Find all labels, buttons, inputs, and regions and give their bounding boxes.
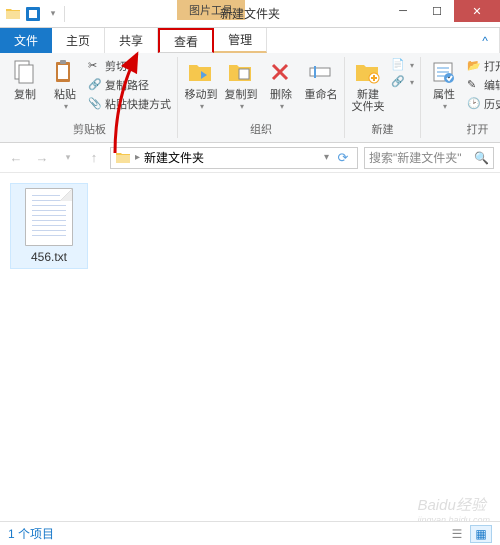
ribbon-group-clipboard: 复制 粘贴 ▾ ✂剪切 🔗复制路径 📎粘贴快捷方式 剪贴板: [2, 57, 178, 138]
group-label-open: 打开: [467, 120, 489, 138]
new-folder-label: 新建 文件夹: [352, 89, 385, 113]
quick-access-toolbar: ▾: [0, 0, 69, 27]
copy-to-label: 复制到: [225, 89, 258, 101]
folder-icon: [115, 150, 131, 166]
paste-shortcut-button[interactable]: 📎粘贴快捷方式: [86, 95, 173, 113]
delete-label: 删除: [270, 89, 292, 101]
file-name: 456.txt: [31, 250, 67, 264]
minimize-button[interactable]: ─: [386, 0, 420, 22]
path-icon: 🔗: [88, 78, 102, 92]
history-button[interactable]: 🕑历史记录: [465, 95, 500, 113]
easy-access-button[interactable]: 🔗▾: [389, 74, 416, 90]
status-bar: 1 个项目 ☰ ▦: [0, 521, 500, 545]
scissors-icon: ✂: [88, 59, 102, 73]
group-label-organize: 组织: [250, 120, 272, 138]
properties-label: 属性: [433, 89, 455, 101]
chevron-down-icon: ▾: [64, 103, 68, 112]
copy-button[interactable]: 复制: [6, 57, 44, 103]
search-input[interactable]: 搜索"新建文件夹" 🔍: [364, 147, 494, 169]
copy-to-icon: [227, 59, 255, 87]
new-folder-icon: [354, 59, 382, 87]
ribbon-group-organize: 移动到 ▾ 复制到 ▾ 删除 ▾ 重命名 组织: [178, 57, 345, 138]
tab-share[interactable]: 共享: [105, 28, 158, 53]
link-icon: 🔗: [391, 75, 405, 89]
paste-label: 粘贴: [54, 89, 76, 101]
nav-recent-button[interactable]: ▾: [58, 148, 78, 168]
nav-back-button[interactable]: ←: [6, 148, 26, 168]
open-icon: 📂: [467, 59, 481, 73]
chevron-down-icon: ▾: [280, 103, 284, 112]
tab-file[interactable]: 文件: [0, 28, 52, 53]
chevron-down-icon: ▾: [240, 103, 244, 112]
properties-icon: [430, 59, 458, 87]
tab-view[interactable]: 查看: [158, 28, 214, 53]
rename-label: 重命名: [305, 89, 338, 101]
edit-icon: ✎: [467, 78, 481, 92]
delete-button[interactable]: 删除 ▾: [262, 57, 300, 114]
item-count: 1 个项目: [8, 525, 54, 542]
group-label-clipboard: 剪贴板: [73, 120, 106, 138]
rename-icon: [307, 59, 335, 87]
address-row: ← → ▾ ↑ ▸ 新建文件夹 ▾ ⟳ 搜索"新建文件夹" 🔍: [0, 143, 500, 173]
nav-up-button[interactable]: ↑: [84, 148, 104, 168]
edit-button[interactable]: ✎编辑: [465, 76, 500, 94]
paste-icon: [51, 59, 79, 87]
history-icon: 🕑: [467, 97, 481, 111]
chevron-down-icon: ▾: [443, 103, 447, 112]
move-icon: [187, 59, 215, 87]
contextual-tab-label: 图片工具: [177, 0, 245, 20]
cut-button[interactable]: ✂剪切: [86, 57, 173, 75]
paste-button[interactable]: 粘贴 ▾: [46, 57, 84, 114]
move-to-button[interactable]: 移动到 ▾: [182, 57, 220, 114]
title-bar: ▾ 图片工具 新建文件夹 ─ ☐ ✕: [0, 0, 500, 28]
app-icon: [24, 5, 42, 23]
tab-home[interactable]: 主页: [52, 28, 105, 53]
tab-manage[interactable]: 管理: [214, 28, 267, 53]
text-file-icon: [25, 188, 73, 246]
file-list[interactable]: 456.txt: [0, 173, 500, 521]
refresh-button[interactable]: ⟳: [333, 148, 353, 168]
group-label-new: 新建: [372, 120, 394, 138]
properties-button[interactable]: 属性 ▾: [425, 57, 463, 114]
search-placeholder: 搜索"新建文件夹": [369, 149, 462, 166]
folder-icon: [4, 5, 22, 23]
view-toggles: ☰ ▦: [446, 525, 492, 543]
copy-path-button[interactable]: 🔗复制路径: [86, 76, 173, 94]
ribbon-group-open: 属性 ▾ 📂打开▾ ✎编辑 🕑历史记录 打开: [421, 57, 500, 138]
chevron-down-icon: ▾: [200, 103, 204, 112]
delete-icon: [267, 59, 295, 87]
breadcrumb-current[interactable]: 新建文件夹: [144, 149, 204, 166]
breadcrumb-sep: ▸: [135, 152, 140, 163]
rename-button[interactable]: 重命名: [302, 57, 340, 103]
ribbon: 复制 粘贴 ▾ ✂剪切 🔗复制路径 📎粘贴快捷方式 剪贴板 移动到 ▾ 复制到: [0, 53, 500, 143]
close-button[interactable]: ✕: [454, 0, 500, 22]
move-label: 移动到: [185, 89, 218, 101]
chevron-down-icon: ▾: [410, 61, 414, 70]
new-item-button[interactable]: 📄▾: [389, 57, 416, 73]
ribbon-tabs: 文件 主页 共享 查看 管理 ^: [0, 28, 500, 53]
divider: [64, 6, 65, 22]
ribbon-group-new: 新建 文件夹 📄▾ 🔗▾ 新建: [345, 57, 421, 138]
maximize-button[interactable]: ☐: [420, 0, 454, 22]
new-item-icon: 📄: [391, 58, 405, 72]
window-controls: ─ ☐ ✕: [386, 0, 500, 27]
dropdown-icon[interactable]: ▾: [324, 152, 329, 163]
dropdown-icon[interactable]: ▾: [44, 5, 62, 23]
chevron-down-icon: ▾: [410, 78, 414, 87]
open-button[interactable]: 📂打开▾: [465, 57, 500, 75]
copy-icon: [11, 59, 39, 87]
nav-forward-button[interactable]: →: [32, 148, 52, 168]
search-icon: 🔍: [474, 151, 489, 165]
icons-view-button[interactable]: ▦: [470, 525, 492, 543]
file-item[interactable]: 456.txt: [10, 183, 88, 269]
copy-label: 复制: [14, 89, 36, 101]
shortcut-icon: 📎: [88, 97, 102, 111]
ribbon-help-button[interactable]: ^: [471, 28, 500, 53]
copy-to-button[interactable]: 复制到 ▾: [222, 57, 260, 114]
new-folder-button[interactable]: 新建 文件夹: [349, 57, 387, 115]
address-bar[interactable]: ▸ 新建文件夹 ▾ ⟳: [110, 147, 358, 169]
details-view-button[interactable]: ☰: [446, 525, 468, 543]
